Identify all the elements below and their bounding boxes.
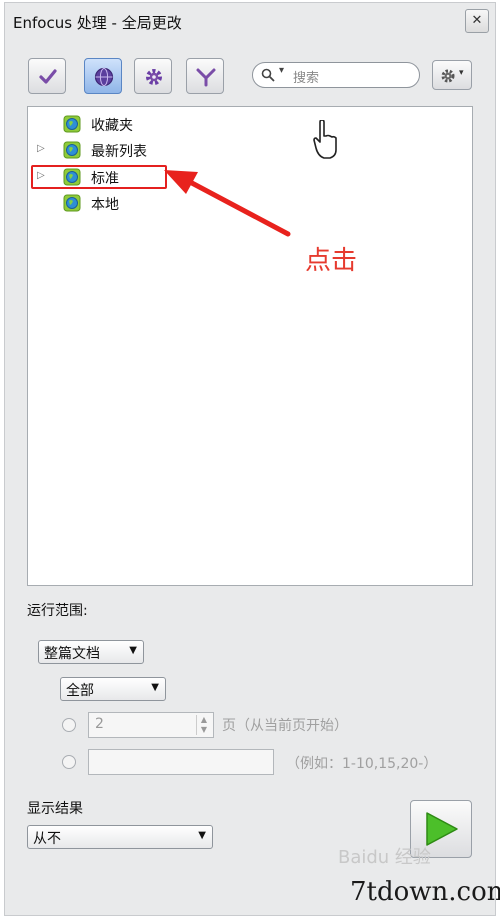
tree-item-label: 本地 bbox=[91, 197, 119, 213]
globe-icon bbox=[94, 67, 114, 87]
document-scope-select[interactable]: 整篇文档 ▼ bbox=[38, 640, 144, 664]
tree-item-label: 收藏夹 bbox=[91, 118, 133, 134]
tree-item-favorites[interactable]: 收藏夹 bbox=[28, 113, 328, 135]
globe-folder-icon bbox=[63, 194, 81, 212]
tree-item-label: 最新列表 bbox=[91, 144, 147, 160]
chevron-down-icon: ▾ bbox=[459, 68, 464, 78]
chevron-down-icon: ▼ bbox=[198, 830, 206, 841]
search-icon bbox=[261, 68, 275, 82]
select-value: 从不 bbox=[33, 831, 61, 847]
stepper-value: 2 bbox=[95, 716, 104, 732]
gear-icon bbox=[441, 69, 455, 83]
annotation-arrow-icon bbox=[164, 170, 291, 237]
range-example-label: （例如：1-10,15,20-） bbox=[286, 756, 438, 772]
search-placeholder: 搜索 bbox=[293, 71, 320, 86]
page-suffix-label: 页（从当前页开始） bbox=[222, 718, 348, 734]
expand-arrow-icon[interactable]: ▷ bbox=[37, 143, 45, 154]
page-range-input[interactable] bbox=[88, 749, 274, 775]
stepper-buttons[interactable]: ▲ ▼ bbox=[196, 715, 211, 735]
hand-cursor-icon bbox=[313, 120, 337, 159]
scope-label: 运行范围: bbox=[27, 603, 88, 619]
title-bar: Enfocus 处理 - 全局更改 ✕ bbox=[5, 3, 495, 41]
checkmark-icon bbox=[39, 69, 57, 84]
results-label: 显示结果 bbox=[27, 801, 83, 817]
globe-folder-icon bbox=[63, 141, 81, 159]
baidu-watermark: Baidu 经验 bbox=[338, 847, 431, 868]
search-field[interactable]: ▾ 搜索 bbox=[252, 62, 420, 88]
chevron-down-icon: ▼ bbox=[151, 682, 159, 693]
highlight-box bbox=[31, 165, 167, 189]
globe-folder-icon bbox=[63, 115, 81, 133]
select-value: 全部 bbox=[66, 683, 94, 699]
site-watermark: 7tdown.com bbox=[350, 877, 500, 907]
close-icon: ✕ bbox=[471, 13, 483, 28]
settings-button[interactable] bbox=[134, 58, 172, 94]
filter-icon bbox=[196, 68, 216, 87]
show-results-select[interactable]: 从不 ▼ bbox=[27, 825, 213, 849]
page-range-radio[interactable] bbox=[62, 755, 76, 769]
tree-item-recent[interactable]: ▷ 最新列表 bbox=[28, 139, 328, 161]
check-button[interactable] bbox=[28, 58, 66, 94]
gear-icon bbox=[146, 69, 162, 85]
page-count-stepper[interactable]: 2 ▲ ▼ bbox=[88, 712, 214, 738]
globe-button[interactable] bbox=[84, 58, 122, 94]
options-menu-button[interactable]: ▾ bbox=[432, 60, 472, 90]
chevron-up-icon[interactable]: ▲ bbox=[197, 715, 211, 725]
select-value: 整篇文档 bbox=[44, 646, 100, 662]
chevron-down-icon[interactable]: ▼ bbox=[197, 725, 211, 735]
search-options-caret[interactable]: ▾ bbox=[279, 65, 284, 76]
annotation-label: 点击 bbox=[305, 246, 358, 276]
play-icon bbox=[426, 812, 458, 846]
chevron-down-icon: ▼ bbox=[129, 645, 137, 656]
filter-button[interactable] bbox=[186, 58, 224, 94]
window-title: Enfocus 处理 - 全局更改 bbox=[13, 14, 182, 32]
close-button[interactable]: ✕ bbox=[465, 9, 489, 33]
page-count-radio[interactable] bbox=[62, 718, 76, 732]
pages-select[interactable]: 全部 ▼ bbox=[60, 677, 166, 701]
